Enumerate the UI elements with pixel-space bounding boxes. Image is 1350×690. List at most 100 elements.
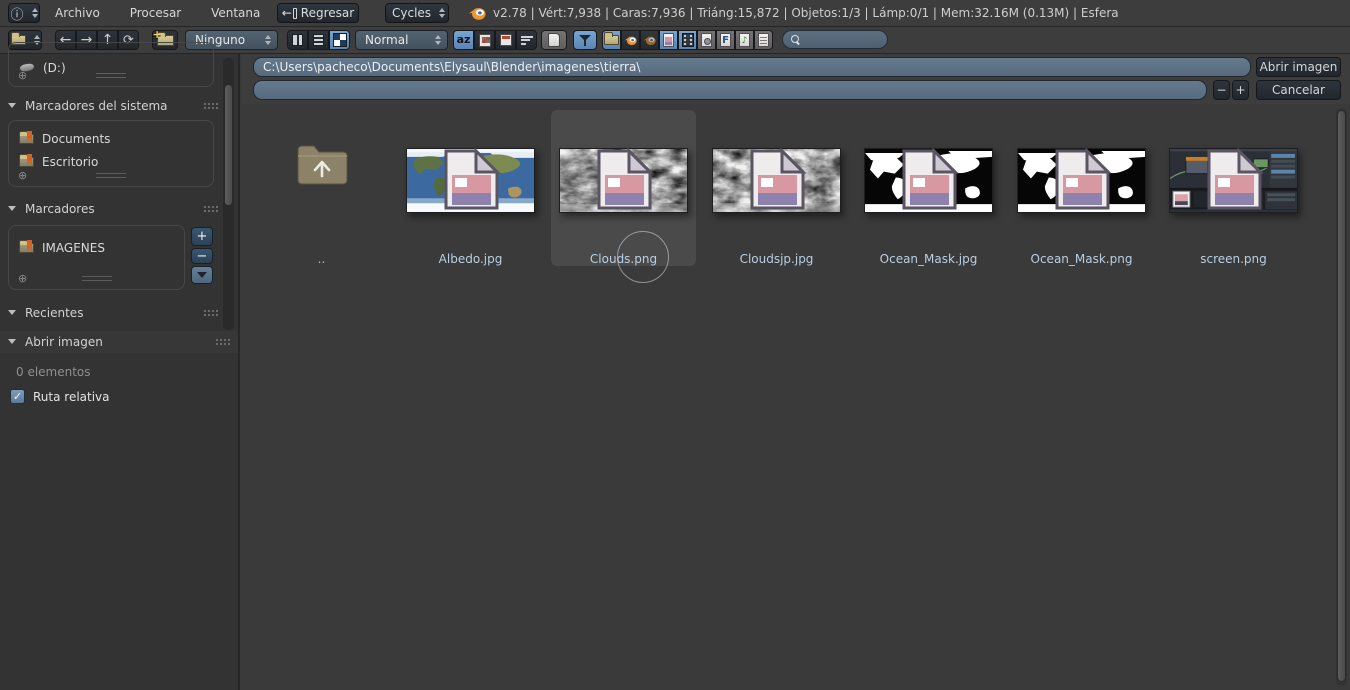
- filter-blend-backup-button[interactable]: [640, 30, 659, 50]
- short-list-icon: [292, 34, 303, 46]
- blend-backup-file-icon: [643, 35, 656, 46]
- panel-resize-grip[interactable]: [82, 276, 112, 281]
- file-area-scrollbar-thumb[interactable]: [1337, 110, 1346, 682]
- bookmark-item-documents[interactable]: Documents: [9, 130, 213, 147]
- file-list-area[interactable]: ..: [242, 104, 1350, 690]
- collapse-triangle-icon: [8, 206, 16, 211]
- panel-resize-grip[interactable]: [96, 73, 126, 78]
- bookmark-folder-icon: [19, 134, 34, 144]
- filter-images-button[interactable]: [659, 30, 678, 50]
- file-tile-albedo[interactable]: Albedo.jpg: [398, 110, 543, 266]
- filter-scripts-button[interactable]: [697, 30, 716, 50]
- bookmark-remove-button[interactable]: −: [191, 248, 213, 264]
- directory-path-field[interactable]: C:\Users\pacheco\Documents\Elysaul\Blend…: [253, 57, 1251, 77]
- filter-fonts-button[interactable]: F: [716, 30, 735, 50]
- image-file-badge-icon: [561, 148, 688, 211]
- sidebar-scrollbar-thumb[interactable]: [224, 84, 233, 206]
- section-header-system-bookmarks[interactable]: Marcadores del sistema: [8, 97, 168, 114]
- image-file-badge-icon: [866, 148, 993, 211]
- minus-icon: −: [1216, 83, 1226, 97]
- file-tile-cloudsjp[interactable]: Cloudsjp.jpg: [704, 110, 849, 266]
- sort-date-button[interactable]: [495, 30, 516, 50]
- section-header-bookmarks[interactable]: Marcadores: [8, 200, 95, 217]
- filename-decrement-button[interactable]: −: [1213, 80, 1230, 100]
- thumbnail-ocean-mask: [864, 148, 993, 213]
- add-item-icon[interactable]: ⊕: [18, 70, 27, 82]
- bookmark-item-imagenes[interactable]: IMAGENES: [9, 239, 184, 256]
- bookmark-item-escritorio[interactable]: Escritorio: [9, 153, 213, 170]
- search-icon: [791, 35, 800, 44]
- size-sort-icon: [521, 36, 533, 45]
- file-tile-parent[interactable]: ..: [249, 110, 394, 266]
- stepper-arrows-icon: [439, 8, 445, 18]
- render-engine-dropdown[interactable]: Cycles: [385, 3, 449, 23]
- filter-folders-button[interactable]: [602, 30, 621, 50]
- thumbnail-clouds: [712, 148, 841, 213]
- menu-procesar[interactable]: Procesar: [117, 0, 195, 27]
- open-image-button[interactable]: Abrir imagen: [1256, 57, 1341, 77]
- cancel-button[interactable]: Cancelar: [1256, 80, 1341, 100]
- show-hidden-toggle[interactable]: [541, 30, 567, 50]
- script-file-icon: [701, 33, 712, 47]
- image-file-badge-icon: [1171, 148, 1298, 211]
- font-file-icon: F: [720, 33, 731, 47]
- back-to-previous-button[interactable]: ← Regresar: [277, 3, 359, 23]
- header-grip-icon[interactable]: [203, 102, 218, 110]
- filename-field[interactable]: [253, 80, 1207, 100]
- sort-size-button[interactable]: [516, 30, 537, 50]
- bookmark-label: Escritorio: [42, 155, 98, 169]
- file-tile-screen[interactable]: screen.png: [1161, 110, 1306, 266]
- add-item-icon[interactable]: ⊕: [18, 170, 27, 182]
- bookmark-folder-icon: [19, 243, 34, 253]
- cancel-label: Cancelar: [1272, 83, 1325, 97]
- sort-group: az: [453, 30, 537, 50]
- editor-type-selector-info[interactable]: ⓘ: [8, 3, 40, 23]
- back-icon: ←: [282, 8, 297, 19]
- filetype-filter-group: F ♪: [602, 30, 773, 50]
- sort-method-dropdown[interactable]: Normal: [355, 30, 448, 50]
- sidebar-scrollbar[interactable]: [223, 58, 234, 330]
- header-grip-icon[interactable]: [215, 338, 230, 346]
- folder-icon: [604, 35, 619, 45]
- file-area-scrollbar[interactable]: [1336, 108, 1347, 686]
- bookmark-label: Documents: [42, 132, 110, 146]
- filter-movies-button[interactable]: [678, 30, 697, 50]
- filter-blend-button[interactable]: [621, 30, 640, 50]
- add-item-icon[interactable]: ⊕: [18, 273, 27, 285]
- stepper-arrows-icon: [265, 35, 271, 45]
- file-name: ..: [249, 252, 394, 266]
- bookmark-edit-buttons: + −: [191, 227, 213, 284]
- relative-path-checkbox[interactable]: ✓: [10, 389, 25, 404]
- thumbnail-clouds: [559, 148, 688, 213]
- search-input[interactable]: [782, 30, 888, 49]
- bookmark-specials-dropdown[interactable]: [191, 266, 213, 284]
- section-title: Marcadores: [25, 202, 95, 216]
- extension-sort-icon: [479, 34, 491, 47]
- display-short-list-button[interactable]: [287, 30, 308, 50]
- display-thumbnails-button[interactable]: [329, 30, 350, 50]
- file-tile-oceanmask-png[interactable]: Ocean_Mask.png: [1009, 110, 1154, 266]
- menu-archivo[interactable]: Archivo: [42, 0, 113, 27]
- file-tile-oceanmask-jpg[interactable]: Ocean_Mask.jpg: [856, 110, 1001, 266]
- display-mode-group: [287, 30, 350, 50]
- sound-file-icon: ♪: [739, 33, 750, 47]
- section-header-operator[interactable]: Abrir imagen: [8, 333, 103, 350]
- filter-files-toggle[interactable]: [573, 30, 597, 50]
- menu-ventana[interactable]: Ventana: [198, 0, 273, 27]
- header-grip-icon[interactable]: [203, 309, 218, 317]
- blender-logo-icon: [468, 6, 486, 21]
- bookmark-add-button[interactable]: +: [191, 227, 213, 246]
- sort-extension-button[interactable]: [474, 30, 495, 50]
- directory-path-value: C:\Users\pacheco\Documents\Elysaul\Blend…: [263, 60, 640, 74]
- parent-folder-icon: [294, 140, 350, 188]
- filter-sounds-button[interactable]: ♪: [735, 30, 754, 50]
- filename-increment-button[interactable]: +: [1232, 80, 1249, 100]
- panel-resize-grip[interactable]: [96, 173, 126, 178]
- section-header-recent[interactable]: Recientes: [8, 304, 83, 321]
- filter-text-button[interactable]: [754, 30, 773, 50]
- file-name: Albedo.jpg: [398, 252, 543, 266]
- sort-alphabetical-button[interactable]: az: [453, 30, 474, 50]
- display-long-list-button[interactable]: [308, 30, 329, 50]
- collapse-triangle-icon: [8, 103, 16, 108]
- header-grip-icon[interactable]: [203, 205, 218, 213]
